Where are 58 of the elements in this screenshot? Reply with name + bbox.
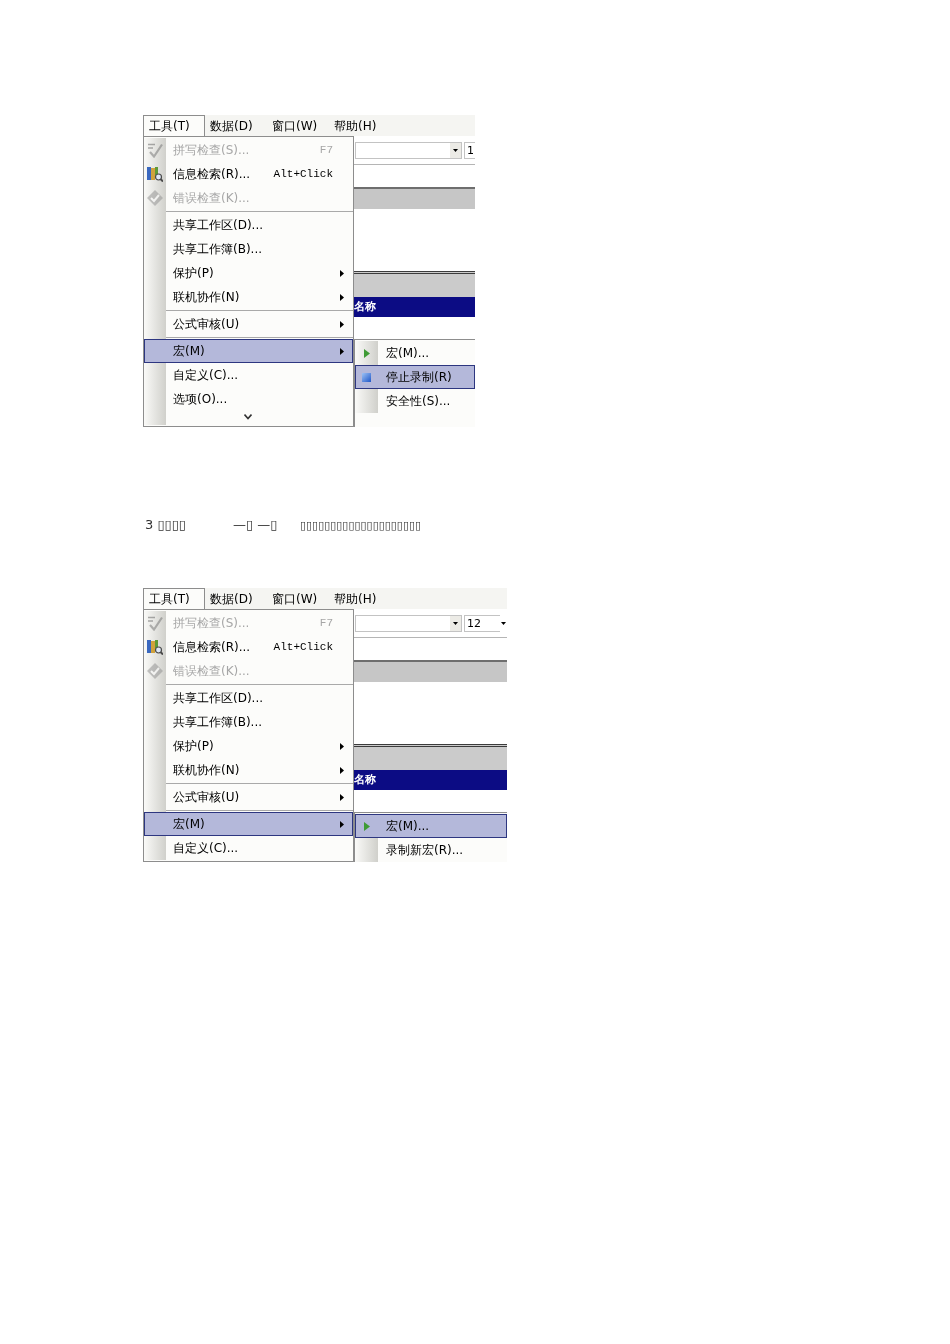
font-size-field[interactable]: 12 xyxy=(464,614,500,632)
menu-bar-item[interactable]: 工具(T) xyxy=(143,115,205,136)
menu-item[interactable]: 自定义(C)... xyxy=(144,836,353,860)
menu-bar-item[interactable]: 窗口(W) xyxy=(267,115,329,136)
menu-item[interactable]: 公式审核(U) xyxy=(144,312,353,336)
menu-bar-item[interactable]: 数据(D) xyxy=(205,588,267,609)
caption-text: ▯▯▯▯▯▯▯▯▯▯▯▯▯▯▯▯▯▯▯▯ xyxy=(300,519,422,532)
keyboard-shortcut: Alt+Click xyxy=(273,166,334,182)
menu-item[interactable]: 录制新宏(R)... xyxy=(355,838,507,862)
menu-item[interactable]: 自定义(C)... xyxy=(144,363,353,387)
diamond-check-icon xyxy=(147,190,163,206)
menu-item[interactable]: 联机协作(N) xyxy=(144,285,353,309)
dropdown-button[interactable] xyxy=(450,142,461,158)
menu-item[interactable]: 联机协作(N) xyxy=(144,758,353,782)
header-label: 名称 xyxy=(354,771,376,788)
menu-item[interactable]: 宏(M)... xyxy=(355,341,475,365)
font-size-field[interactable]: 1 xyxy=(464,141,475,159)
menu-item[interactable]: 共享工作区(D)... xyxy=(144,213,353,237)
caret-down-icon xyxy=(453,621,458,625)
check-mark-icon xyxy=(147,615,163,631)
menu-item[interactable]: 停止录制(R) xyxy=(355,365,475,389)
menu-item[interactable]: 共享工作簿(B)... xyxy=(144,237,353,261)
caption-text: —▯ —▯ xyxy=(233,517,278,532)
diamond-check-icon xyxy=(147,663,163,679)
menu-bar-item[interactable]: 帮助(H) xyxy=(329,115,391,136)
menu-item[interactable]: 宏(M) xyxy=(144,339,353,363)
menu-item[interactable]: 公式审核(U) xyxy=(144,785,353,809)
header-label: 名称 xyxy=(354,298,376,315)
menu-bar-item[interactable]: 数据(D) xyxy=(205,115,267,136)
menu-bar-item[interactable]: 工具(T) xyxy=(143,588,205,609)
menu-item[interactable]: 宏(M) xyxy=(144,812,353,836)
caret-down-icon xyxy=(453,148,458,152)
menu-item[interactable]: 保护(P) xyxy=(144,261,353,285)
font-name-field[interactable] xyxy=(355,614,462,632)
caption-text: 3 ▯▯▯▯ xyxy=(145,517,187,532)
chevron-down-icon xyxy=(244,414,252,420)
keyboard-shortcut: F7 xyxy=(319,142,334,158)
dropdown-button[interactable] xyxy=(450,615,461,631)
books-magnifier-icon xyxy=(147,166,163,182)
font-name-field[interactable] xyxy=(355,141,462,159)
play-icon xyxy=(363,821,370,831)
check-mark-icon xyxy=(147,142,163,158)
menu-bar-item[interactable]: 窗口(W) xyxy=(267,588,329,609)
menu-item[interactable]: 选项(O)... xyxy=(144,387,353,411)
menu-item[interactable]: 信息检索(R)... Alt+Click xyxy=(144,635,353,659)
stop-icon xyxy=(362,372,371,382)
books-magnifier-icon xyxy=(147,639,163,655)
play-icon xyxy=(363,348,370,358)
caret-down-icon xyxy=(501,621,506,625)
keyboard-shortcut: F7 xyxy=(319,615,334,631)
keyboard-shortcut: Alt+Click xyxy=(273,639,334,655)
menu-bar-item[interactable]: 帮助(H) xyxy=(329,588,391,609)
menu-item[interactable]: 共享工作簿(B)... xyxy=(144,710,353,734)
menu-item[interactable]: 安全性(S)... xyxy=(355,389,475,413)
menu-item[interactable]: 共享工作区(D)... xyxy=(144,686,353,710)
menu-item[interactable]: 信息检索(R)... Alt+Click xyxy=(144,162,353,186)
menu-item[interactable]: 宏(M)... xyxy=(355,814,507,838)
menu-item[interactable]: 保护(P) xyxy=(144,734,353,758)
